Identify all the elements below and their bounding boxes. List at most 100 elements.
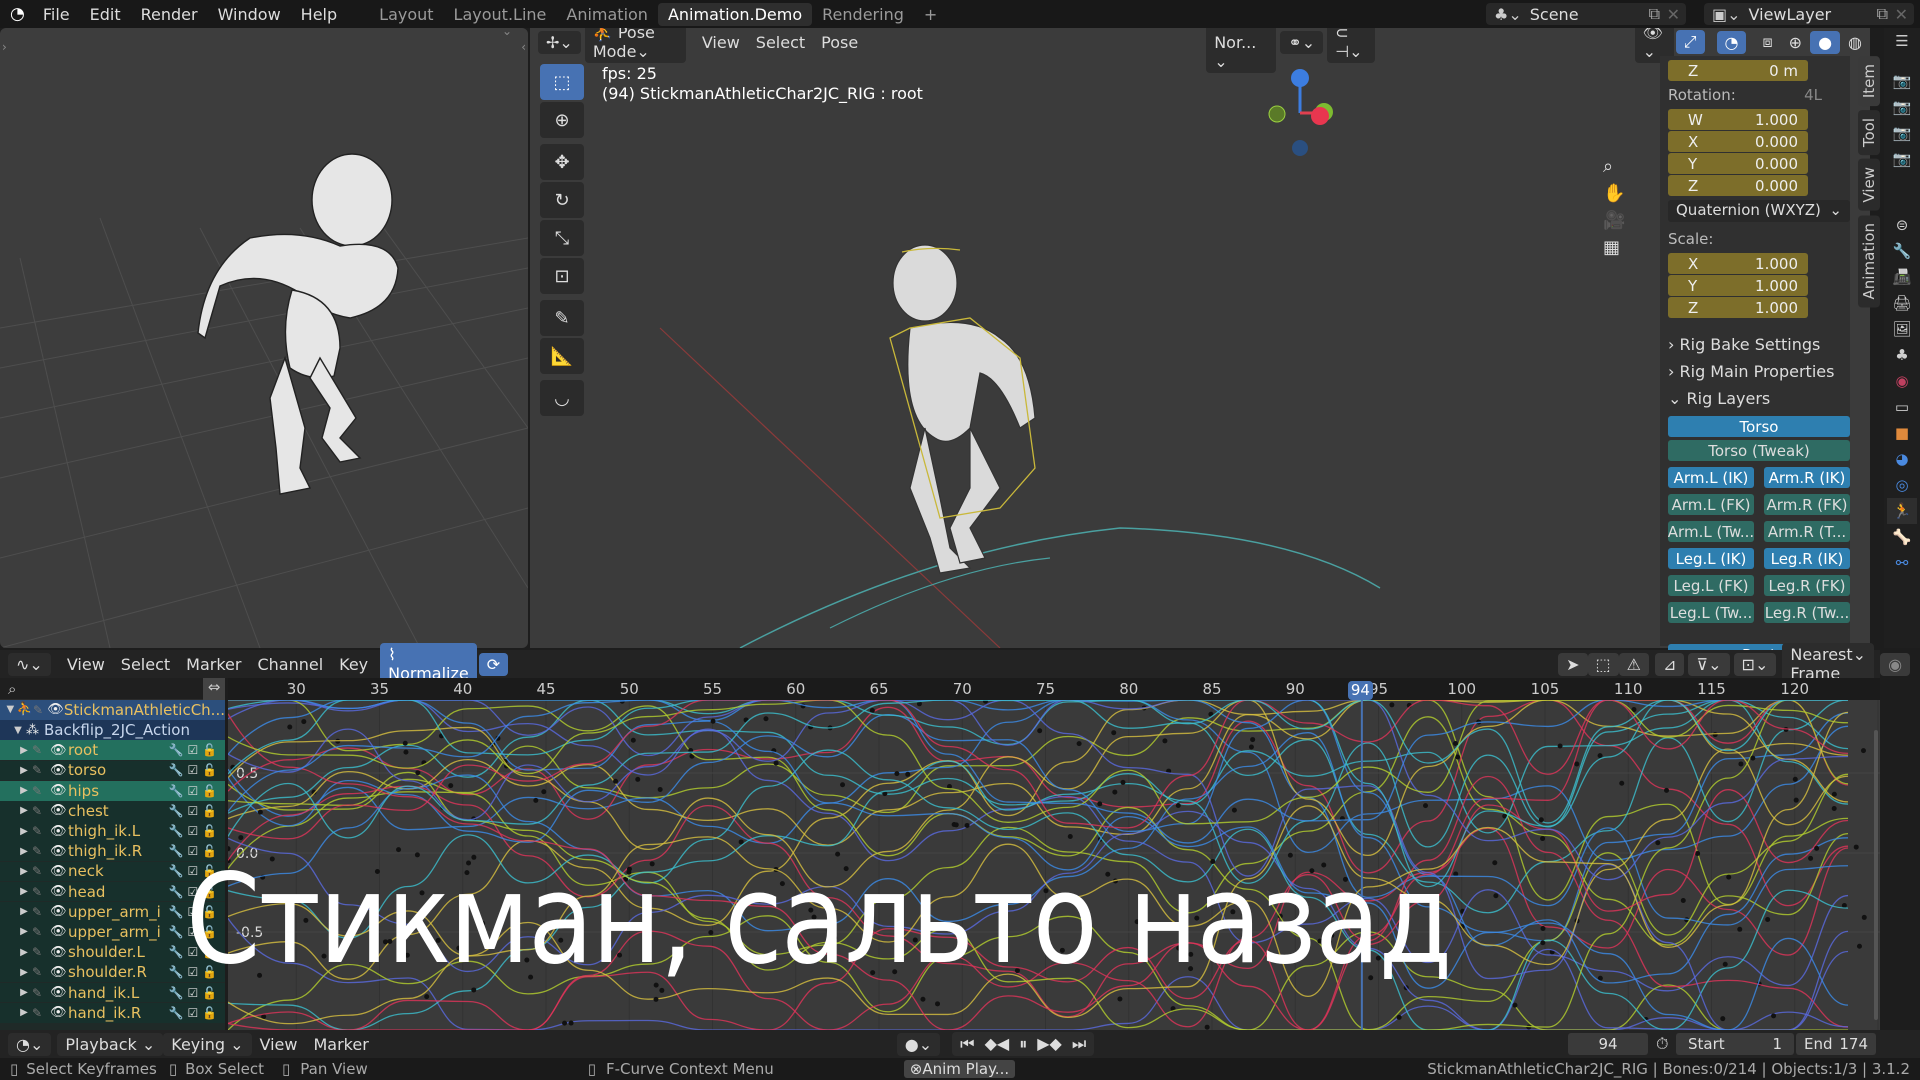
mute-checkbox[interactable]: ☑ — [187, 743, 198, 757]
expand-icon[interactable]: ▼ — [4, 704, 17, 715]
eye-icon[interactable]: 👁 — [50, 864, 68, 879]
channel-search[interactable]: ⌕ ⇔ — [0, 678, 225, 700]
workspace-tab-layout-line[interactable]: Layout.Line — [444, 3, 557, 26]
object-row[interactable]: ▼ ⛹ ✎ 👁 StickmanAthleticCh... — [0, 700, 225, 720]
scale-y-field[interactable]: Y 1.000 — [1668, 275, 1808, 296]
pin-icon[interactable]: ✎ — [32, 925, 50, 939]
overlay-toggle[interactable]: ◔ — [1716, 30, 1747, 54]
expand-icon[interactable]: ▶ — [16, 886, 32, 897]
location-z-field[interactable]: Z0 m — [1668, 60, 1808, 81]
zoom-view-icon[interactable]: ⌕ — [1603, 156, 1625, 177]
pivot-dropdown[interactable]: ⊡⌄ — [1733, 652, 1777, 676]
lock-icon[interactable]: 🔓 — [202, 1006, 217, 1020]
rotation-z-field[interactable]: Z 0.000 — [1668, 175, 1808, 196]
select-box-tool[interactable]: ⬚ — [540, 64, 584, 100]
menu-pose[interactable]: Pose — [813, 31, 866, 54]
ortho-toggle-icon[interactable]: ▦ — [1603, 237, 1625, 258]
jump-end-icon[interactable]: ⏭ — [1072, 1034, 1086, 1054]
measure-tool[interactable]: 📐 — [540, 338, 584, 374]
transform-tool[interactable]: ⊡ — [540, 258, 584, 294]
graph-editor-type-icon[interactable]: ∿⌄ — [8, 652, 51, 676]
view-layer-name[interactable]: ViewLayer — [1749, 5, 1832, 24]
pin-icon[interactable]: ✎ — [32, 864, 50, 878]
rotate-tool[interactable]: ↻ — [540, 182, 584, 218]
workspace-tab-rendering[interactable]: Rendering — [812, 3, 914, 26]
rotation-mode-dropdown[interactable]: Quaternion (WXYZ) ⌄ — [1668, 200, 1850, 222]
expand-icon[interactable]: ▶ — [16, 1007, 32, 1018]
scene-name[interactable]: Scene — [1530, 5, 1579, 24]
tab-item[interactable]: Item — [1858, 56, 1880, 107]
camera-view-icon[interactable]: 🎥 — [1603, 210, 1625, 231]
scale-z-field[interactable]: Z 1.000 — [1668, 297, 1808, 318]
eye-icon[interactable]: 👁 — [47, 702, 64, 717]
expand-icon[interactable]: ▶ — [16, 826, 32, 837]
armature-data-icon[interactable]: 🏃 — [1887, 498, 1917, 524]
panel-rig-main-properties[interactable]: › Rig Main Properties — [1660, 358, 1850, 385]
mute-checkbox[interactable]: ☑ — [187, 804, 198, 818]
current-frame-field[interactable]: 94 — [1568, 1033, 1648, 1055]
mute-checkbox[interactable]: ☑ — [187, 763, 198, 777]
delete-scene-icon[interactable]: ✕ — [1667, 5, 1680, 24]
mode-selector[interactable]: ⛹ Pose Mode⌄ — [584, 28, 686, 63]
modifier-wrench-icon[interactable]: 🔧 — [169, 784, 184, 798]
world-icon[interactable]: ◉ — [1895, 368, 1908, 394]
tab-view[interactable]: View — [1858, 159, 1880, 211]
expand-sidebar-icon[interactable]: ‹ — [521, 40, 526, 54]
pin-icon[interactable]: ✎ — [32, 945, 50, 959]
lock-icon[interactable]: 🔓 — [202, 784, 217, 798]
mute-checkbox[interactable]: ☑ — [187, 784, 198, 798]
rotation-x-field[interactable]: X 0.000 — [1668, 131, 1808, 152]
transform-orientation-dropdown[interactable]: ⇥ Nor... ⌄ — [1206, 28, 1277, 73]
shading-solid[interactable]: ● — [1810, 30, 1841, 54]
expand-icon[interactable]: ▶ — [16, 846, 32, 857]
rig-layer-arm-l-tweak[interactable]: Arm.L (Tw... — [1668, 521, 1754, 542]
current-frame-indicator[interactable]: 94 — [1347, 681, 1373, 700]
new-view-layer-icon[interactable]: ⧉ — [1877, 4, 1888, 24]
graph-menu-channel[interactable]: Channel — [249, 653, 331, 676]
modifier-wrench-icon[interactable]: 🔧 — [169, 905, 184, 919]
rig-layer-torso[interactable]: Torso — [1668, 416, 1850, 437]
collapse-header-icon[interactable]: ⌄ — [502, 28, 512, 38]
preview-range-icon[interactable]: ⏱ — [1656, 1034, 1668, 1054]
auto-normalize-icon[interactable]: ⟳ — [478, 652, 509, 676]
menu-keying[interactable]: Keying ⌄ — [163, 1032, 252, 1056]
panel-rig-layers[interactable]: ⌄ Rig Layers — [1660, 385, 1850, 412]
expand-icon[interactable]: ▼ — [10, 725, 26, 736]
rig-layer-leg-l-fk[interactable]: Leg.L (FK) — [1668, 575, 1754, 596]
cancel-icon[interactable]: ⊗ — [910, 1060, 923, 1078]
move-tool[interactable]: ✥ — [540, 144, 584, 180]
channel-row[interactable]: ▶ ✎ 👁 thigh_ik.L 🔧 ☑ 🔓 — [0, 821, 225, 841]
view-frame-icon[interactable]: ⊿ — [1655, 652, 1685, 676]
timeline-menu-view[interactable]: View — [252, 1033, 306, 1056]
pin-icon[interactable]: ✎ — [32, 844, 50, 858]
rig-layer-arm-r-tweak[interactable]: Arm.R (T... — [1764, 521, 1850, 542]
shading-wireframe[interactable]: ⊕ — [1781, 31, 1810, 54]
swap-icon[interactable]: ⇔ — [203, 678, 225, 700]
modifier-wrench-icon[interactable]: 🔧 — [169, 945, 184, 959]
modifier-wrench-icon[interactable]: 🔧 — [169, 965, 184, 979]
menu-help[interactable]: Help — [291, 5, 347, 24]
menu-select[interactable]: Select — [748, 31, 813, 54]
editor-type-icon[interactable]: ✢⌄ — [538, 30, 581, 54]
eye-icon[interactable]: 👁 — [50, 763, 68, 778]
camera-icon[interactable]: 📷 — [1893, 120, 1912, 146]
eye-icon[interactable]: 👁 — [50, 884, 68, 899]
view-layer-icon[interactable]: 🖼 — [1892, 316, 1911, 342]
rotation-y-field[interactable]: Y 0.000 — [1668, 153, 1808, 174]
eye-icon[interactable]: 👁 — [50, 824, 68, 839]
timeline-editor-type-icon[interactable]: ◔⌄ — [8, 1032, 52, 1056]
jump-start-icon[interactable]: ⏮ — [960, 1034, 974, 1054]
delete-view-layer-icon[interactable]: ✕ — [1895, 5, 1908, 24]
rig-layer-arm-r-ik[interactable]: Arm.R (IK) — [1764, 467, 1850, 488]
expand-icon[interactable]: ▶ — [16, 987, 32, 998]
next-keyframe-icon[interactable]: ▶◆ — [1037, 1034, 1062, 1054]
channel-row[interactable]: ▶ ✎ 👁 torso 🔧 ☑ 🔓 — [0, 760, 225, 781]
expand-icon[interactable]: ▶ — [16, 947, 32, 958]
menu-view[interactable]: View — [694, 31, 748, 54]
rotation-w-field[interactable]: W 1.000 — [1668, 109, 1808, 130]
pin-icon[interactable]: ✎ — [32, 885, 50, 899]
toggle-icon[interactable]: ⊜ — [1896, 212, 1909, 238]
add-workspace-button[interactable]: + — [914, 3, 947, 26]
modifier-wrench-icon[interactable]: 🔧 — [169, 844, 184, 858]
gizmo-toggle[interactable]: ⤢ — [1675, 30, 1705, 54]
